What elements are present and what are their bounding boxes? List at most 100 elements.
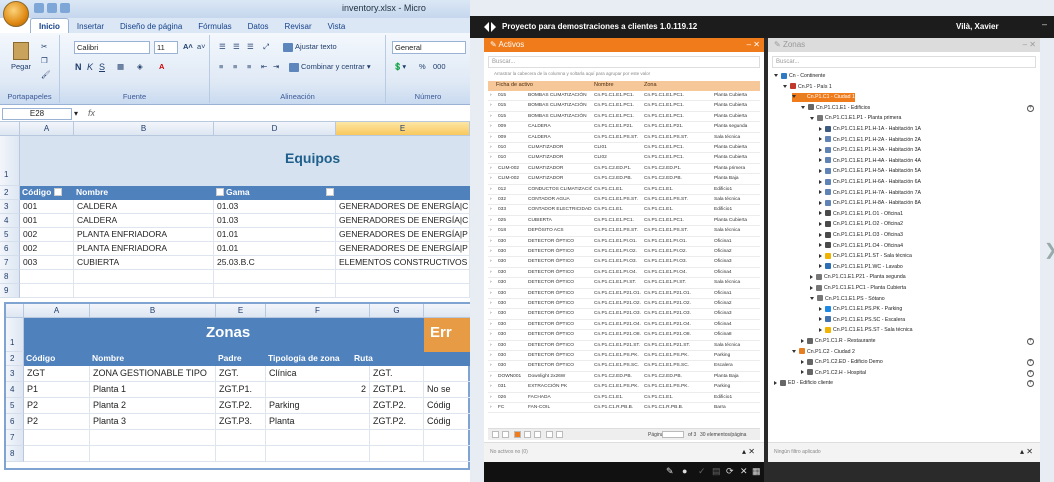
page-input[interactable] [662, 431, 684, 438]
cell[interactable] [216, 446, 266, 462]
cell[interactable] [336, 284, 470, 298]
expand-icon[interactable]: › [490, 153, 492, 163]
name-box-dropdown-icon[interactable]: ▾ [74, 109, 78, 118]
ribbon-tab[interactable]: Diseño de página [112, 19, 190, 34]
tree-node[interactable]: Cn.P1.C1.E1.P1.H-5A - Habitación 5A [819, 167, 921, 176]
table-row[interactable]: › 015 BOMBAS CLIMATIZACIÓN Cn.P1.C1.E1.PC1.… [488, 101, 760, 112]
column-header[interactable] [424, 304, 470, 318]
expand-icon[interactable] [819, 179, 822, 184]
cell[interactable]: ZGT.P3. [216, 414, 266, 430]
add-child-icon[interactable]: + [1027, 359, 1034, 367]
expand-icon[interactable]: › [490, 257, 492, 267]
table-row[interactable]: › 010 CLIMATIZADOR CLI01 Cn.P1.C1.E1.PC1. Pla… [488, 143, 760, 154]
expand-icon[interactable] [819, 211, 822, 216]
expand-icon[interactable]: › [490, 268, 492, 278]
cell[interactable] [336, 270, 470, 284]
header-codigo[interactable]: Código [26, 353, 55, 363]
table-row[interactable]: › 010 CLIMATIZADOR CLI02 Cn.P1.C1.E1.PC1. Pla… [488, 153, 760, 164]
expand-icon[interactable] [801, 338, 804, 343]
row-header[interactable]: 3 [0, 200, 20, 214]
collapse-icon[interactable] [783, 84, 787, 88]
cell[interactable] [90, 446, 216, 462]
cell[interactable] [20, 270, 74, 284]
name-box[interactable]: E28 [2, 108, 72, 120]
paste-button[interactable]: Pegar [8, 41, 34, 75]
column-nombre[interactable]: Nombre [594, 82, 614, 88]
table-row[interactable]: › CLIM-002 CLIMATIZADOR Cn.P1.C2.ED.P1. Cn.P… [488, 164, 760, 175]
prev-page-button[interactable] [502, 431, 509, 438]
collapse-icon[interactable] [774, 74, 778, 78]
tree-node[interactable]: Cn.P1.C1.E1.PS.SC - Escalera [819, 316, 905, 325]
table-row[interactable]: › 015 BOMBAS CLIMATIZACIÓN Cn.P1.C1.E1.PC1.… [488, 91, 760, 102]
cell[interactable] [370, 446, 424, 462]
cell[interactable]: P2 [24, 414, 90, 430]
expand-icon[interactable]: › [490, 403, 492, 413]
row-header[interactable]: 4 [6, 382, 24, 398]
select-all-corner[interactable] [6, 304, 24, 318]
table-row[interactable]: › 030 DETECTOR ÓPTICO Cn.P1.C1.E1.PI.O1. Cn.… [488, 237, 760, 247]
tree-node[interactable]: Cn.P1.C1.R - Restaurante [801, 337, 876, 346]
first-page-button[interactable] [492, 431, 499, 438]
table-row[interactable]: › 030 DETECTOR ÓPTICO Cn.P1.C1.E1.P21.ST. Cn… [488, 341, 760, 351]
expand-icon[interactable]: › [490, 351, 492, 361]
expand-icon[interactable]: › [490, 143, 492, 153]
column-header[interactable]: A [24, 304, 90, 318]
number-format-select[interactable]: General [392, 41, 466, 54]
expand-icon[interactable] [819, 306, 822, 311]
next-page-button[interactable] [546, 431, 553, 438]
expand-icon[interactable] [801, 359, 804, 364]
cell[interactable]: Parking [266, 398, 370, 414]
shrink-font-button[interactable]: a˅ [196, 41, 207, 52]
percent-button[interactable]: % [418, 61, 427, 72]
tree-node[interactable]: Cn.P1.C1.E1.P1.H-3A - Habitación 3A [819, 146, 921, 155]
cell[interactable]: 25.03.B.C [214, 256, 336, 270]
header-ruta[interactable]: Ruta [354, 353, 373, 363]
tree-node[interactable]: Cn.P1.C1.E1.P1.H-4A - Habitación 4A [819, 157, 921, 166]
add-child-icon[interactable]: + [1027, 104, 1034, 112]
expand-icon[interactable]: › [490, 91, 492, 101]
expand-icon[interactable]: › [490, 112, 492, 122]
column-header[interactable]: F [266, 304, 370, 318]
align-bottom-icon[interactable]: ☰ [246, 41, 255, 52]
header-nombre[interactable]: Nombre [92, 353, 124, 363]
tree-node[interactable]: Cn - Continente [774, 72, 825, 81]
activos-search-input[interactable]: Buscar... [488, 56, 760, 68]
table-row[interactable]: › 015 BOMBAS CLIMATIZACIÓN Cn.P1.C1.E1.PC1.… [488, 112, 760, 123]
collapse-icon[interactable] [792, 349, 796, 353]
page-1-button[interactable] [514, 431, 521, 438]
ribbon-tab[interactable]: Vista [320, 19, 354, 34]
cell[interactable]: Planta 1 [90, 382, 216, 398]
wrap-text-button[interactable]: Ajustar texto [282, 41, 338, 53]
expand-icon[interactable] [819, 147, 822, 152]
header-gama[interactable]: Gama [216, 187, 250, 197]
cell[interactable]: P1 [24, 382, 90, 398]
tree-node[interactable]: Cn.P1.C1.E1.PC1 - Planta Cubierta [810, 284, 906, 293]
expand-icon[interactable]: › [490, 382, 492, 392]
cell[interactable] [370, 430, 424, 446]
expand-icon[interactable] [819, 317, 822, 322]
table-row[interactable]: › 009 CALDERA Cn.P1.C1.E1.PS.ST. Cn.P1.C1.E1… [488, 133, 760, 143]
cell[interactable]: 01.01 [214, 228, 336, 242]
cell[interactable]: GENERADORES DE ENERGÍA|P [336, 242, 470, 256]
expand-icon[interactable] [810, 275, 813, 280]
table-row[interactable]: › 030 DETECTOR ÓPTICO Cn.P1.C1.E1.P21.O3. Cn… [488, 309, 760, 320]
column-header[interactable]: E [336, 122, 470, 136]
filter-dropdown-icon[interactable] [216, 187, 224, 196]
table-row[interactable]: › 018 DEPÓSITO ACS Cn.P1.C1.E1.PS.ST. Cn.P1.… [488, 226, 760, 237]
tree-node[interactable]: Cn.P1.C1.E1.P1.O3 - Oficina3 [819, 231, 903, 240]
ribbon-tab[interactable]: Insertar [69, 19, 112, 34]
expand-icon[interactable] [810, 285, 813, 290]
footer-controls[interactable]: ▴ ✕ [1020, 447, 1033, 456]
tree-node[interactable]: Cn.P1.C1.E1.P1.H-6A - Habitación 6A [819, 178, 921, 187]
cell[interactable]: GENERADORES DE ENERGÍA|C [336, 200, 470, 214]
table-row[interactable]: › DOWN001 Downlight 2x26W Cn.P1.C2.ED.PB. Cn… [488, 372, 760, 383]
tree-node[interactable]: Cn.P1.C1.E1.PS.ST - Sala técnica [819, 326, 912, 335]
page-2-button[interactable] [524, 431, 531, 438]
expand-icon[interactable] [819, 137, 822, 142]
row-header[interactable]: 6 [6, 414, 24, 430]
row-header[interactable]: 2 [6, 352, 24, 366]
table-row[interactable]: › 032 CONTADOR AGUA Cn.P1.C1.E1.PS.ST. Cn.P1… [488, 195, 760, 206]
table-row[interactable]: › 026 FACHADA Cn.P1.C1.E1. Cn.P1.C1.E1. Edifi… [488, 393, 760, 403]
row-header[interactable]: 1 [0, 136, 20, 186]
cell[interactable]: ZONA GESTIONABLE TIPO [90, 366, 216, 382]
